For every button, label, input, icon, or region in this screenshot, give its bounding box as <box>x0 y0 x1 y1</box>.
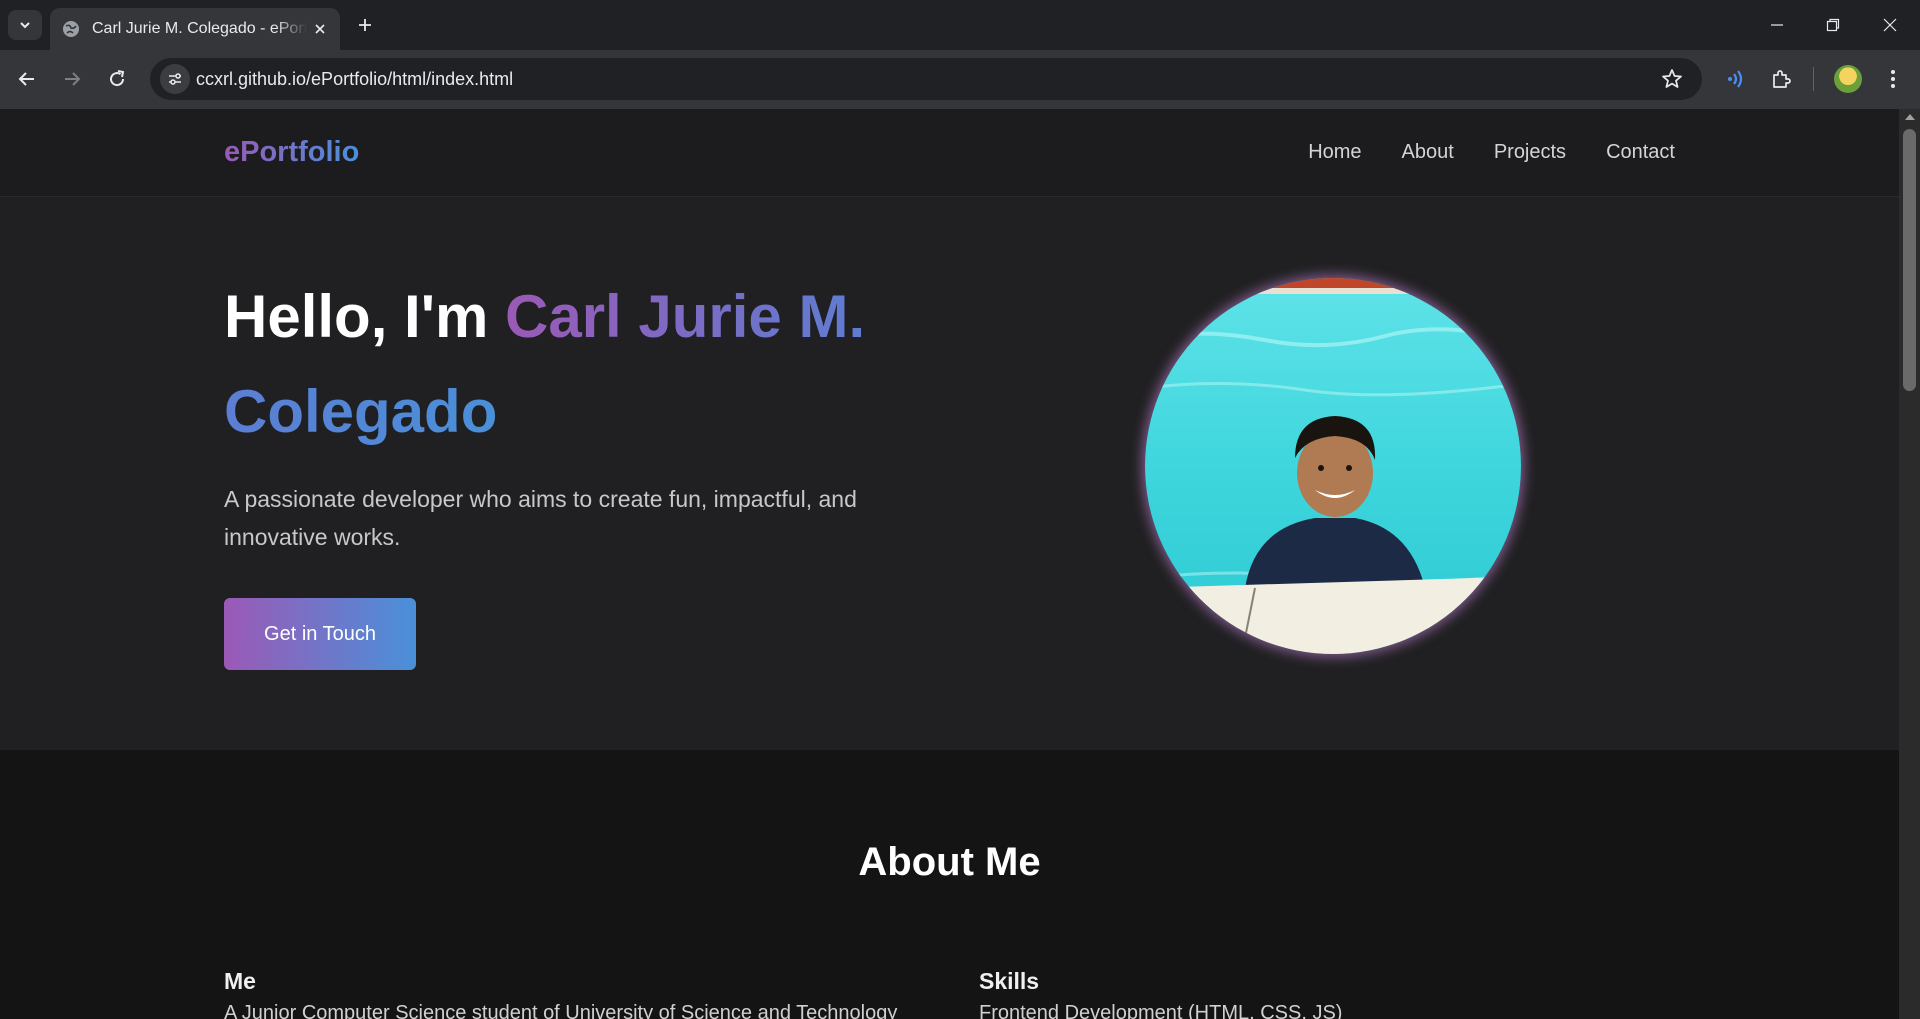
more-icon <box>1891 70 1895 88</box>
close-window-button[interactable] <box>1870 8 1910 42</box>
page-scrollbar[interactable] <box>1899 109 1920 1019</box>
address-bar[interactable]: ccxrl.github.io/ePortfolio/html/index.ht… <box>150 58 1702 100</box>
toolbar-separator <box>1813 67 1814 91</box>
hero-section: Hello, I'm Carl Jurie M. Colegado A pass… <box>0 197 1899 750</box>
restore-button[interactable] <box>1813 8 1853 42</box>
globe-icon <box>63 21 79 37</box>
new-tab-button[interactable] <box>352 12 378 38</box>
page-viewport: ePortfolio Home About Projects Contact H… <box>0 109 1899 1019</box>
about-me-heading: Me <box>224 968 256 994</box>
browser-tab[interactable]: Carl Jurie M. Colegado - ePortfolio <box>50 8 340 50</box>
forward-button[interactable] <box>57 64 87 94</box>
tab-close-button[interactable] <box>310 19 330 39</box>
extensions-icon <box>1773 70 1791 88</box>
star-icon[interactable] <box>1660 67 1684 91</box>
back-button[interactable] <box>12 64 42 94</box>
hero-greeting: Hello, I'm <box>224 283 505 350</box>
close-icon <box>315 24 325 34</box>
back-icon <box>18 72 34 86</box>
hero-title: Hello, I'm Carl Jurie M. Colegado <box>224 269 944 459</box>
about-section: About Me Me A Junior Computer Science st… <box>0 750 1899 1019</box>
forward-icon <box>65 72 81 86</box>
nav-links: Home About Projects Contact <box>1308 141 1675 164</box>
nav-link-contact[interactable]: Contact <box>1606 141 1675 164</box>
site-navbar: ePortfolio Home About Projects Contact <box>0 109 1899 197</box>
profile-avatar[interactable] <box>1834 65 1862 93</box>
restore-icon <box>1826 18 1840 32</box>
skills-heading: Skills <box>979 968 1040 994</box>
scroll-up-arrow[interactable] <box>1905 114 1915 120</box>
broadcast-icon <box>1728 70 1743 88</box>
skills-text: Frontend Development (HTML, CSS, JS) <box>979 1002 1343 1019</box>
close-icon <box>1883 18 1897 32</box>
nav-link-home[interactable]: Home <box>1308 141 1361 164</box>
minimize-icon <box>1771 24 1783 26</box>
url-text[interactable]: ccxrl.github.io/ePortfolio/html/index.ht… <box>196 69 513 90</box>
site-logo[interactable]: ePortfolio <box>224 136 359 169</box>
more-menu-button[interactable] <box>1878 64 1908 94</box>
tab-strip: Carl Jurie M. Colegado - ePortfolio <box>0 0 1920 50</box>
nav-link-projects[interactable]: Projects <box>1494 141 1566 164</box>
tab-title: Carl Jurie M. Colegado - ePortfolio <box>92 20 307 37</box>
chevron-down-icon <box>20 22 30 29</box>
tab-search-button[interactable] <box>8 10 42 40</box>
site-info-icon <box>169 73 181 85</box>
reload-button[interactable] <box>102 64 132 94</box>
reload-icon <box>110 70 125 87</box>
hero-subtitle: A passionate developer who aims to creat… <box>224 486 857 550</box>
broadcast-button[interactable] <box>1720 64 1750 94</box>
plus-icon <box>359 19 371 31</box>
about-title: About Me <box>858 840 1041 884</box>
scrollbar-thumb[interactable] <box>1903 129 1916 391</box>
get-in-touch-button[interactable]: Get in Touch <box>224 598 416 670</box>
site-info-button[interactable] <box>160 64 190 94</box>
profile-photo-image <box>1145 278 1521 654</box>
profile-photo <box>1145 278 1521 654</box>
nav-link-about[interactable]: About <box>1402 141 1454 164</box>
minimize-button[interactable] <box>1757 8 1797 42</box>
about-me-text: A Junior Computer Science student of Uni… <box>224 1002 898 1019</box>
extensions-button[interactable] <box>1766 64 1796 94</box>
